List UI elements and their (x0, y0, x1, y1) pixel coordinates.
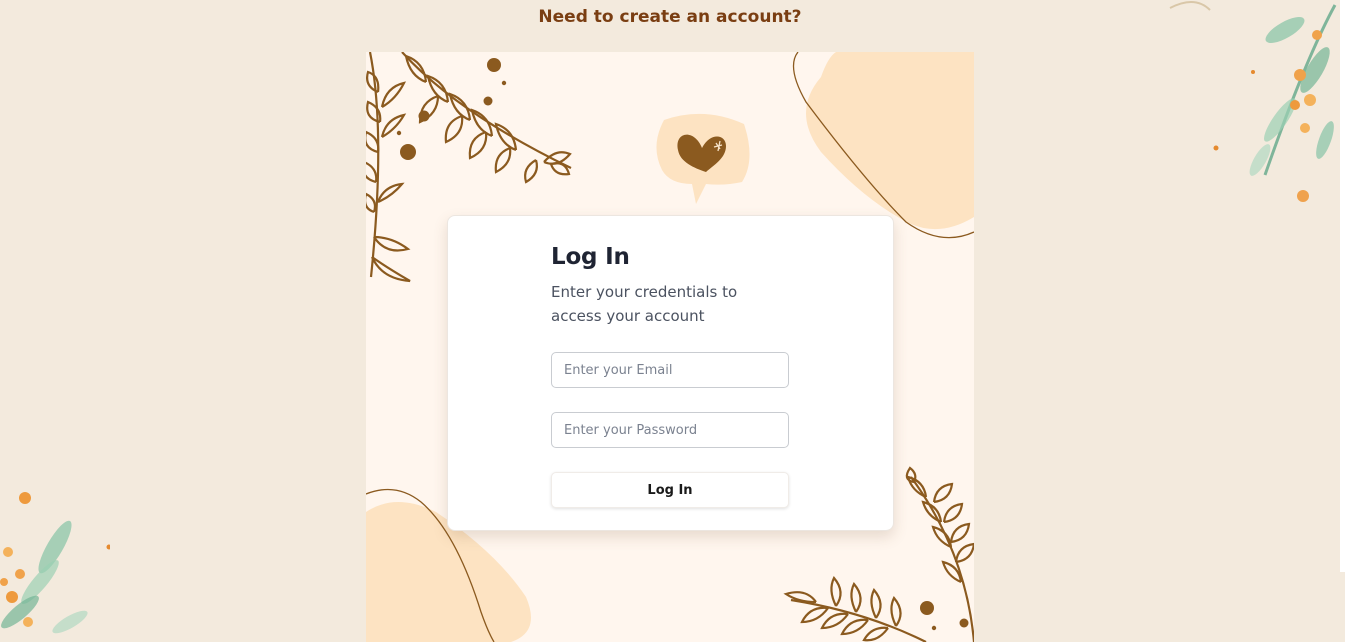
scrollbar-track[interactable] (1340, 0, 1345, 572)
login-page: Need to create an account? Log In Enter … (0, 0, 1345, 642)
email-field[interactable] (551, 352, 789, 388)
login-subtitle: Enter your credentials to access your ac… (551, 283, 738, 325)
floral-corner-bottom-left (0, 492, 110, 634)
floral-corner-top-right (1169, 1, 1337, 202)
login-panel: Log In Enter your credentials to access … (366, 52, 974, 642)
create-account-link[interactable]: Need to create an account? (0, 7, 1340, 27)
login-form: Log In Enter your credentials to access … (551, 244, 791, 508)
peach-blob-top-right (806, 52, 974, 230)
password-field[interactable] (551, 412, 789, 448)
login-card: Log In Enter your credentials to access … (447, 215, 894, 531)
login-title: Log In (551, 244, 630, 270)
heart-speech-bubble-icon (656, 113, 750, 204)
login-button[interactable]: Log In (551, 472, 789, 508)
dots-bottom-right (920, 601, 969, 631)
